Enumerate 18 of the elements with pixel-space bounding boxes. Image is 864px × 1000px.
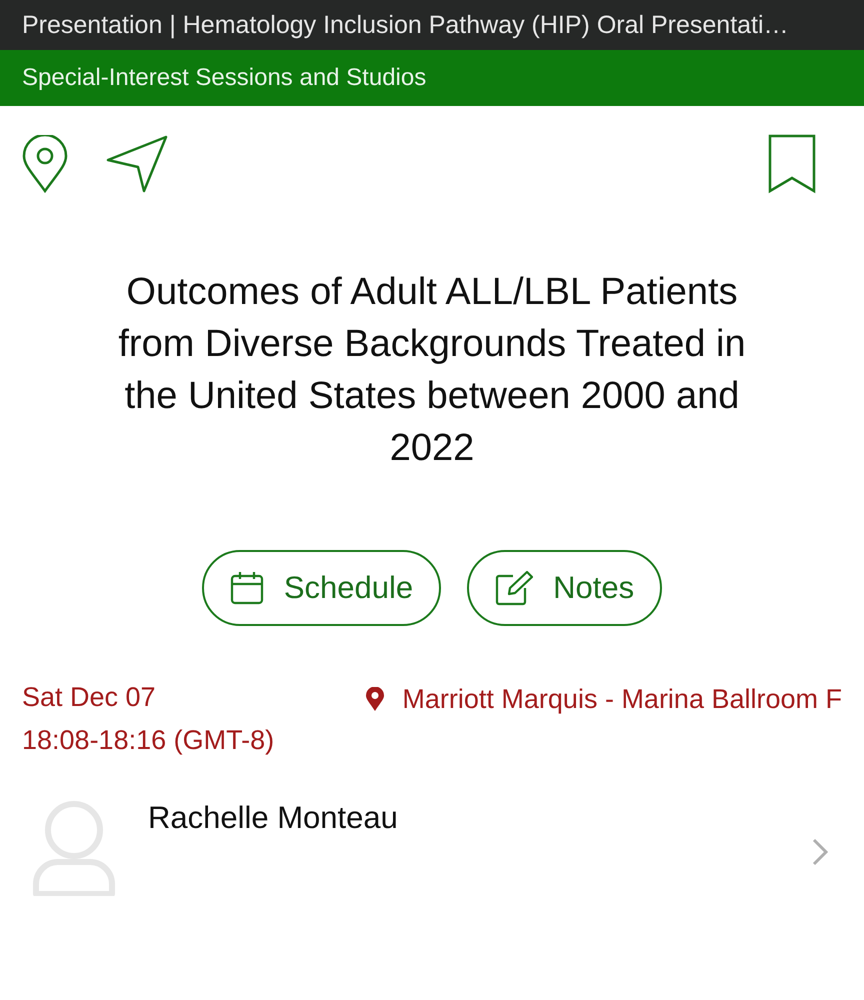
person-avatar-icon (32, 800, 116, 896)
calendar-icon (230, 571, 264, 605)
page-title: Presentation | Hematology Inclusion Pathway (HIP) Oral Presentati… (22, 10, 789, 40)
location-pin-icon (366, 687, 384, 711)
location-pin-icon[interactable] (22, 135, 68, 193)
edit-icon (495, 570, 534, 606)
session-time: 18:08-18:16 (GMT-8) (22, 725, 274, 756)
speaker-name: Rachelle Monteau (147, 800, 399, 836)
notes-button[interactable]: Notes (467, 550, 662, 626)
chevron-right-icon (812, 838, 828, 866)
session-date: Sat Dec 07 (22, 682, 157, 713)
send-arrow-icon[interactable] (106, 135, 168, 193)
location-text[interactable]: Marriott Marquis - Marina Ballroom F (402, 684, 842, 715)
schedule-button[interactable]: Schedule (202, 550, 442, 626)
bookmark-icon[interactable] (768, 134, 816, 194)
presentation-title: Outcomes of Adult ALL/LBL Patients from Diverse Backgrounds Treated in the United States between 2000 and 2022 (117, 270, 747, 471)
speaker-row[interactable]: Rachelle Monteau (0, 756, 864, 904)
session-label: Special-Interest Sessions and Studios (22, 64, 426, 92)
